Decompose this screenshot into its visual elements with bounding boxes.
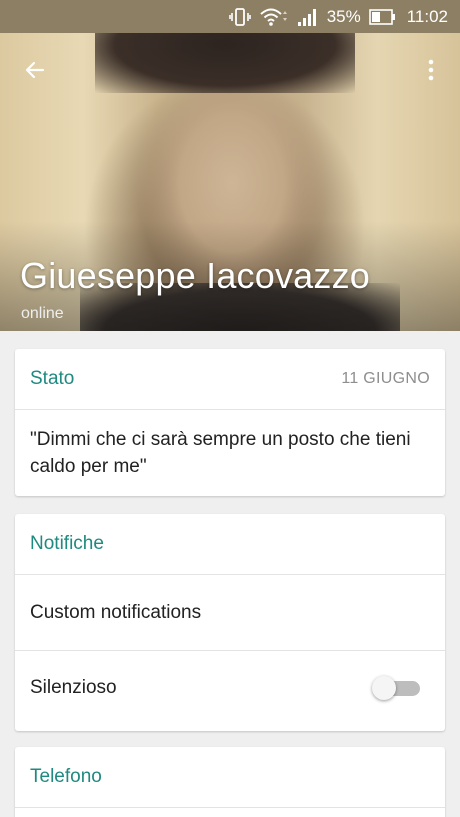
- notifications-card-title: Notifiche: [30, 533, 104, 554]
- back-button[interactable]: [20, 55, 50, 85]
- presence-status: online: [21, 305, 64, 322]
- phone-card-title: Telefono: [30, 766, 102, 787]
- profile-header: Giueseppe Iacovazzo online: [0, 33, 460, 331]
- notifications-card: Notifiche Custom notifications Silenzios…: [15, 514, 445, 731]
- battery-icon: [368, 8, 397, 26]
- phone-card: Telefono: [15, 747, 445, 817]
- more-vertical-icon: [428, 59, 434, 81]
- custom-notifications-label: Custom notifications: [30, 601, 202, 623]
- mute-row[interactable]: Silenzioso: [15, 650, 445, 725]
- more-options-button[interactable]: [416, 55, 446, 85]
- notifications-card-header: Notifiche: [15, 514, 445, 575]
- status-card-title: Stato: [30, 368, 75, 389]
- mute-label: Silenzioso: [30, 677, 117, 698]
- battery-percent: 35%: [326, 6, 361, 26]
- status-bar: 35% 11:02: [0, 0, 460, 33]
- status-message: "Dimmi che ci sarà sempre un posto che t…: [30, 429, 411, 477]
- phone-card-header: Telefono: [15, 747, 445, 808]
- profile-photo: [95, 33, 355, 93]
- contact-name: Giueseppe Iacovazzo: [20, 255, 371, 296]
- status-card: Stato 11 GIUGNO "Dimmi che ci sarà sempr…: [15, 349, 445, 496]
- signal-icon: [297, 7, 319, 27]
- mute-toggle[interactable]: [372, 675, 422, 701]
- status-card-header: Stato 11 GIUGNO: [15, 349, 445, 410]
- vibrate-icon: [228, 7, 251, 27]
- custom-notifications-row[interactable]: Custom notifications: [15, 575, 445, 650]
- toggle-thumb: [372, 676, 396, 700]
- arrow-left-icon: [25, 61, 45, 79]
- wifi-icon: [259, 7, 289, 27]
- status-date: 11 GIUGNO: [341, 370, 430, 387]
- clock: 11:02: [406, 6, 448, 26]
